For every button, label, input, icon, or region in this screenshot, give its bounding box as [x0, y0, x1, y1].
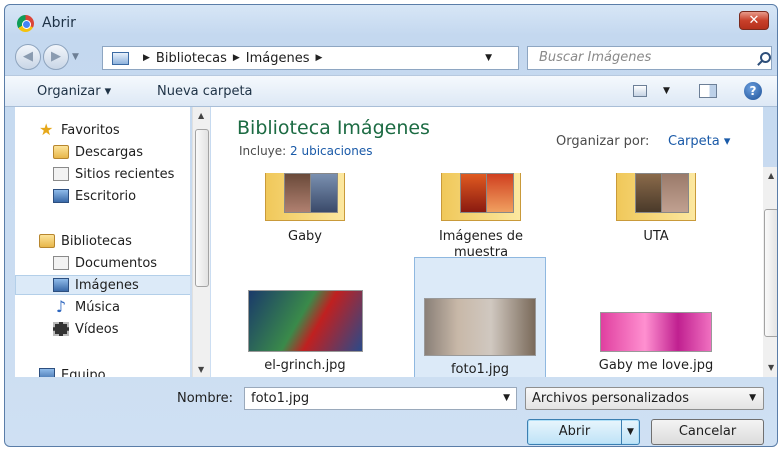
scroll-down-icon[interactable]: ▼ — [768, 363, 774, 372]
file-list-scrollbar[interactable]: ▲ ▼ — [763, 167, 777, 377]
sidebar-item-equipo[interactable]: Equipo — [39, 365, 106, 377]
file-item-foto1[interactable]: foto1.jpg — [414, 257, 546, 377]
folder-icon — [265, 173, 345, 221]
library-icon — [112, 51, 129, 65]
sidebar-item-label: Bibliotecas — [61, 233, 132, 249]
film-icon — [53, 322, 69, 336]
recent-places-icon — [53, 167, 69, 181]
sidebar-item-escritorio[interactable]: Escritorio — [53, 186, 136, 206]
recent-locations-dropdown[interactable]: ▼ — [72, 52, 79, 62]
star-icon: ★ — [39, 120, 54, 139]
computer-icon — [39, 368, 55, 377]
downloads-folder-icon — [53, 145, 69, 159]
breadcrumb-bibliotecas[interactable]: Bibliotecas — [156, 51, 227, 66]
scrollbar-thumb[interactable] — [764, 209, 777, 337]
sidebar-item-bibliotecas[interactable]: Bibliotecas — [39, 231, 132, 251]
preview-pane-icon[interactable] — [699, 84, 717, 98]
sidebar-item-sitios-recientes[interactable]: Sitios recientes — [53, 164, 174, 184]
breadcrumb-imagenes[interactable]: Imágenes — [246, 51, 310, 66]
file-name-label: Nombre: — [177, 391, 234, 406]
file-list: Biblioteca Imágenes Incluye: 2 ubicacion… — [211, 107, 763, 377]
libraries-icon — [39, 234, 55, 248]
sidebar-item-favoritos[interactable]: ★ Favoritos — [39, 120, 120, 140]
sidebar-item-musica[interactable]: ♪ Música — [53, 297, 120, 317]
file-type-select[interactable]: Archivos personalizados ▼ — [525, 387, 764, 410]
scroll-up-icon[interactable]: ▲ — [198, 111, 204, 120]
sidebar-item-videos[interactable]: Vídeos — [53, 319, 118, 339]
cancel-button[interactable]: Cancelar — [651, 419, 764, 445]
organize-menu[interactable]: Organizar ▾ — [37, 84, 111, 99]
desktop-icon — [53, 189, 69, 203]
arrange-by-label: Organizar por: — [556, 134, 650, 149]
sidebar-item-imagenes[interactable]: Imágenes — [15, 275, 190, 295]
file-item-gaby-me-love[interactable]: Gaby me love.jpg — [591, 290, 721, 374]
help-icon[interactable]: ? — [744, 82, 762, 100]
view-dropdown-icon[interactable]: ▼ — [663, 86, 670, 96]
item-label: el-grinch.jpg — [264, 358, 346, 373]
scrollbar-thumb[interactable] — [195, 129, 209, 287]
documents-icon — [53, 256, 69, 270]
folder-item-imagenes-de-muestra[interactable]: Imágenes de muestra — [416, 173, 546, 261]
address-dropdown-icon[interactable]: ▼ — [485, 53, 492, 63]
close-button[interactable]: ✕ — [739, 11, 769, 30]
address-bar[interactable]: ▶ Bibliotecas ▶ Imágenes ▶ ▼ ⇆ — [102, 46, 609, 70]
arrange-by-dropdown[interactable]: Carpeta ▾ — [668, 134, 730, 149]
scroll-up-icon[interactable]: ▲ — [768, 171, 774, 180]
item-label: Gaby — [288, 229, 322, 244]
library-includes: Incluye: 2 ubicaciones — [239, 144, 373, 158]
folder-icon — [616, 173, 696, 221]
image-thumbnail — [600, 312, 712, 352]
scroll-down-icon[interactable]: ▼ — [198, 365, 204, 374]
item-label: foto1.jpg — [450, 362, 510, 377]
sidebar-item-label: Música — [75, 299, 120, 315]
file-name-area: Nombre: foto1.jpg ▼ Archivos personaliza… — [5, 377, 777, 446]
new-folder-button[interactable]: Nueva carpeta — [157, 84, 253, 99]
image-thumbnail — [424, 298, 536, 356]
command-toolbar: Organizar ▾ Nueva carpeta ▼ ? — [5, 75, 777, 107]
navigation-pane: ★ Favoritos Descargas Sitios recientes E… — [15, 107, 190, 377]
music-note-icon: ♪ — [55, 297, 67, 316]
sidebar-item-label: Descargas — [75, 144, 144, 160]
chevron-right-icon[interactable]: ▶ — [143, 53, 150, 63]
sidebar-item-label: Vídeos — [75, 321, 119, 337]
sidebar-item-label: Documentos — [75, 255, 158, 271]
sidebar-item-label: Escritorio — [75, 188, 137, 204]
search-icon[interactable] — [760, 52, 771, 63]
file-name-field[interactable]: foto1.jpg ▼ — [244, 387, 517, 410]
pictures-icon — [53, 278, 69, 292]
sidebar-item-descargas[interactable]: Descargas — [53, 142, 143, 162]
open-button[interactable]: Abrir ▼ — [527, 419, 640, 445]
locations-link[interactable]: 2 ubicaciones — [290, 144, 372, 158]
folder-item-gaby[interactable]: Gaby — [240, 173, 370, 245]
sidebar-item-label: Imágenes — [75, 277, 139, 293]
search-input[interactable]: Buscar Imágenes — [527, 46, 772, 70]
image-thumbnail — [247, 290, 363, 352]
file-item-el-grinch[interactable]: el-grinch.jpg — [240, 290, 370, 374]
chevron-down-icon[interactable]: ▼ — [749, 388, 756, 409]
back-button[interactable]: ◀ — [15, 44, 41, 70]
view-options-icon[interactable] — [633, 85, 647, 97]
library-title: Biblioteca Imágenes — [237, 117, 430, 139]
sidebar-item-documentos[interactable]: Documentos — [53, 253, 157, 273]
sidebar-item-label: Equipo — [61, 367, 106, 378]
chevron-down-icon[interactable]: ▼ — [503, 388, 510, 409]
sidebar-item-label: Sitios recientes — [75, 166, 175, 182]
open-dialog: Abrir ✕ ◀ ▶ ▼ ▶ Bibliotecas ▶ Imágenes ▶… — [4, 4, 778, 447]
sidebar-item-label: Favoritos — [61, 122, 120, 138]
window-title: Abrir — [42, 15, 76, 31]
chrome-icon — [17, 15, 34, 32]
open-options-dropdown[interactable]: ▼ — [621, 420, 639, 444]
title-bar: Abrir ✕ — [5, 5, 777, 41]
chevron-right-icon[interactable]: ▶ — [316, 53, 323, 63]
item-label: Gaby me love.jpg — [598, 358, 714, 373]
item-label: UTA — [643, 229, 669, 244]
forward-button[interactable]: ▶ — [43, 44, 69, 70]
folder-icon — [441, 173, 521, 221]
folder-item-uta[interactable]: UTA — [591, 173, 721, 245]
navigation-bar: ◀ ▶ ▼ ▶ Bibliotecas ▶ Imágenes ▶ ▼ ⇆ Bus… — [5, 43, 777, 71]
navigation-scrollbar[interactable]: ▲ ▼ — [192, 107, 210, 377]
chevron-right-icon[interactable]: ▶ — [233, 53, 240, 63]
